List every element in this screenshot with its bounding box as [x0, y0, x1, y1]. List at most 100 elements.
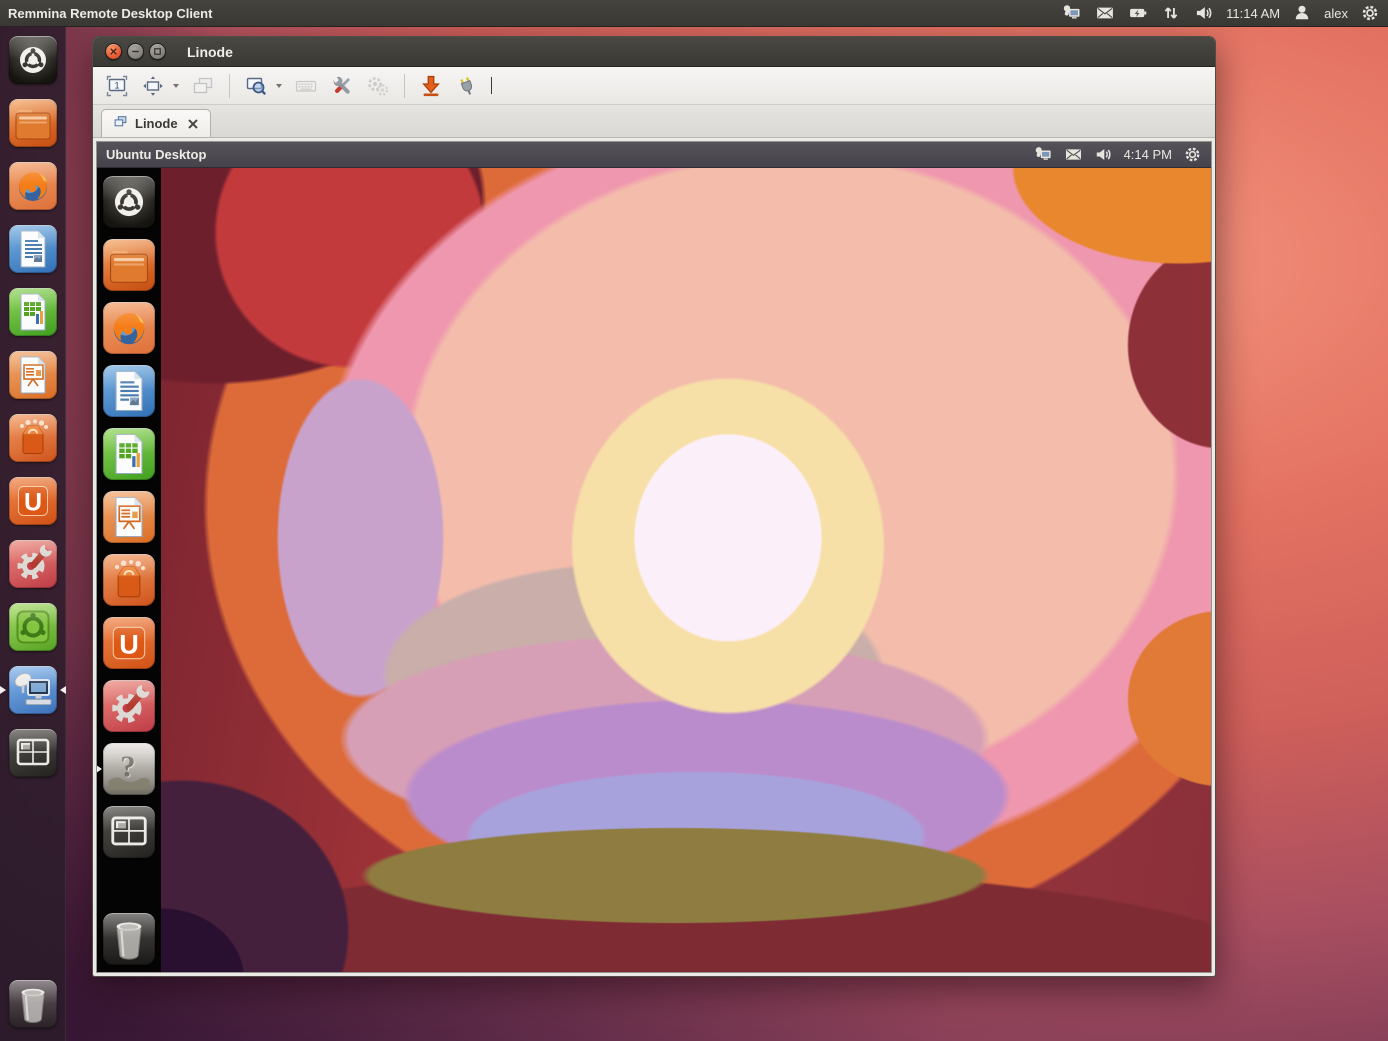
toolbar-minimize-window[interactable]	[413, 71, 449, 101]
remote-remote-desktop-indicator[interactable]	[1034, 145, 1053, 164]
ubuntu-dash-icon	[9, 36, 57, 84]
host-top-panel: Remmina Remote Desktop Client 11:14 AM a…	[0, 0, 1388, 27]
toolbar-fullscreen[interactable]	[135, 71, 185, 101]
window-title: Linode	[187, 44, 233, 60]
remote-screen[interactable]: Ubuntu Desktop 4:14 PM U??	[96, 141, 1212, 973]
remote-launcher-unknown-window[interactable]: ??	[103, 743, 155, 795]
toolbar-switch-tabs[interactable]	[185, 71, 221, 101]
remote-unity-launcher: U??	[97, 168, 161, 972]
active-app-title: Remmina Remote Desktop Client	[8, 6, 212, 21]
unity-launcher: U	[0, 27, 66, 1041]
remote-launcher-system-settings[interactable]	[103, 680, 155, 732]
toolbar-separator	[404, 74, 405, 98]
launcher-home-folder[interactable]	[9, 99, 57, 147]
trash-icon	[9, 980, 57, 1028]
trash-icon	[103, 913, 155, 965]
libreoffice-calc-icon	[103, 428, 155, 480]
remote-session-gear-icon[interactable]	[1183, 145, 1202, 164]
window-minimize-button[interactable]	[127, 43, 144, 60]
username[interactable]: alex	[1324, 6, 1348, 21]
launcher-items: U	[0, 27, 65, 777]
window-maximize-button[interactable]	[149, 43, 166, 60]
remmina-icon	[9, 666, 57, 714]
launcher-libreoffice-writer[interactable]	[9, 225, 57, 273]
toolbar-grab-keyboard[interactable]	[288, 71, 324, 101]
home-folder-icon	[9, 99, 57, 147]
toolbar-tools[interactable]	[324, 71, 360, 101]
remote-tray	[1034, 145, 1113, 164]
libreoffice-writer-icon	[103, 365, 155, 417]
launcher-remmina[interactable]	[9, 666, 57, 714]
remote-launcher-libreoffice-writer[interactable]	[103, 365, 155, 417]
toolbar-fit-window[interactable]: 1	[99, 71, 135, 101]
session-gear-icon[interactable]	[1360, 3, 1380, 23]
window-tabbar: Linode	[93, 105, 1215, 138]
window-titlebar[interactable]: Linode	[93, 37, 1215, 67]
remote-launcher-trash[interactable]	[103, 913, 155, 965]
remote-sound-indicator[interactable]	[1094, 145, 1113, 164]
remote-wallpaper[interactable]	[161, 168, 1211, 972]
message-indicator[interactable]	[1095, 3, 1115, 23]
remote-launcher-items: U??	[97, 168, 161, 858]
remote-launcher-bottom-items	[97, 905, 161, 972]
firefox-icon	[103, 302, 155, 354]
remmina-window: Linode 1 Linode Ubuntu Desktop 4:14 PM U…	[92, 36, 1216, 977]
launcher-software-center[interactable]	[9, 414, 57, 462]
launcher-trash[interactable]	[9, 980, 57, 1028]
remote-clock[interactable]: 4:14 PM	[1124, 147, 1172, 162]
remote-launcher-firefox[interactable]	[103, 302, 155, 354]
launcher-system-settings[interactable]	[9, 540, 57, 588]
launcher-workspace-switcher[interactable]	[9, 729, 57, 777]
remote-viewport-frame: Ubuntu Desktop 4:14 PM U??	[93, 138, 1215, 976]
software-center-icon	[103, 554, 155, 606]
network-sync-indicator[interactable]	[1161, 3, 1181, 23]
window-close-button[interactable]	[105, 43, 122, 60]
remote-launcher-software-center[interactable]	[103, 554, 155, 606]
unknown-app-icon: ??	[103, 743, 155, 795]
launcher-bottom-items	[0, 971, 65, 1041]
remote-desktop-body: U??	[97, 168, 1211, 972]
host-indicator-area: 11:14 AM alex	[1062, 3, 1380, 23]
battery-indicator[interactable]	[1128, 3, 1148, 23]
remote-launcher-libreoffice-impress[interactable]	[103, 491, 155, 543]
remote-launcher-ubuntu-dash[interactable]	[103, 176, 155, 228]
launcher-ubuntu-dash[interactable]	[9, 36, 57, 84]
svg-text:?: ?	[121, 751, 136, 785]
launcher-software-updater[interactable]	[9, 603, 57, 651]
svg-text:U: U	[119, 628, 139, 659]
text-caret	[491, 77, 492, 94]
svg-text:1: 1	[114, 80, 119, 90]
launcher-ubuntu-one[interactable]: U	[9, 477, 57, 525]
libreoffice-calc-icon	[9, 288, 57, 336]
sound-indicator[interactable]	[1194, 3, 1214, 23]
remote-launcher-home-folder[interactable]	[103, 239, 155, 291]
toolbar-preferences[interactable]	[360, 71, 396, 101]
user-indicator-icon[interactable]	[1292, 3, 1312, 23]
window-toolbar: 1	[93, 67, 1215, 105]
ubuntu-one-icon: U	[9, 477, 57, 525]
system-settings-icon	[9, 540, 57, 588]
remote-launcher-workspace-switcher[interactable]	[103, 806, 155, 858]
software-updater-icon	[9, 603, 57, 651]
svg-text:U: U	[24, 489, 42, 517]
tab-close-icon[interactable]	[187, 118, 199, 130]
remote-message-indicator[interactable]	[1064, 145, 1083, 164]
launcher-libreoffice-calc[interactable]	[9, 288, 57, 336]
tab-linode[interactable]: Linode	[101, 109, 211, 137]
remote-desktop-indicator[interactable]	[1062, 3, 1082, 23]
launcher-libreoffice-impress[interactable]	[9, 351, 57, 399]
toolbar-separator	[229, 74, 230, 98]
host-clock[interactable]: 11:14 AM	[1226, 6, 1280, 21]
libreoffice-writer-icon	[9, 225, 57, 273]
tab-label: Linode	[135, 116, 178, 131]
toolbar-scaled-mode[interactable]	[238, 71, 288, 101]
tab-window-icon	[113, 114, 128, 134]
firefox-icon	[9, 162, 57, 210]
launcher-firefox[interactable]	[9, 162, 57, 210]
system-settings-icon	[103, 680, 155, 732]
workspace-switcher-icon	[9, 729, 57, 777]
toolbar-disconnect[interactable]	[449, 71, 485, 101]
remote-launcher-ubuntu-one[interactable]: U	[103, 617, 155, 669]
remote-launcher-libreoffice-calc[interactable]	[103, 428, 155, 480]
home-folder-icon	[103, 239, 155, 291]
